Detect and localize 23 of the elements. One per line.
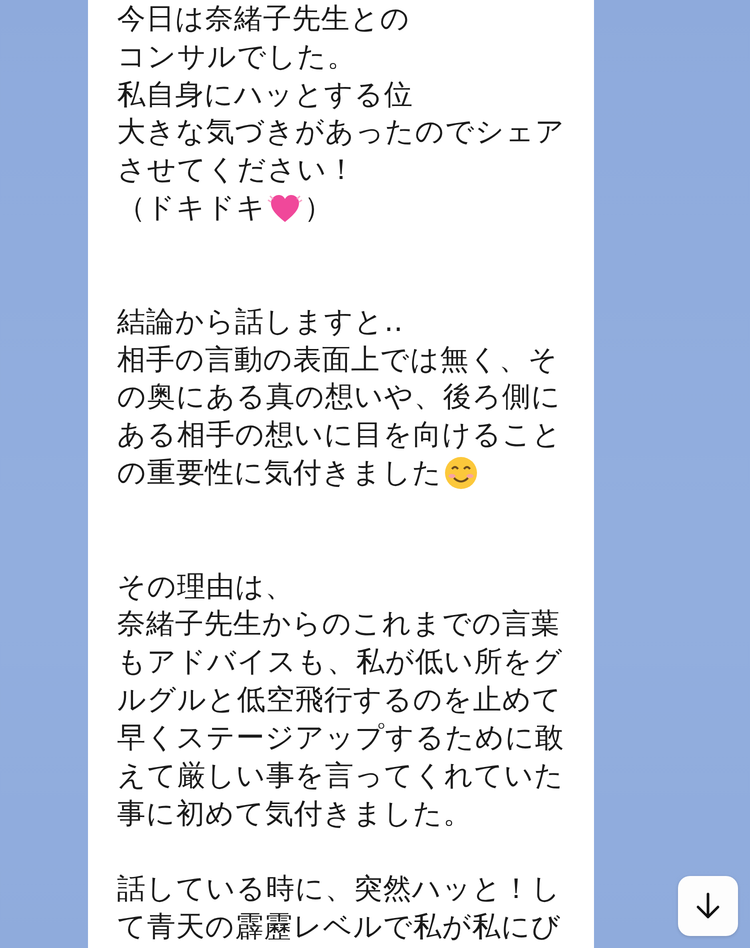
- message-text: えて厳しい事を言ってくれていた: [117, 758, 564, 794]
- message-text: 早くステージアップするために敢: [117, 720, 564, 756]
- message-text: 話している時に、突然ハッと！し: [117, 871, 561, 908]
- message-text: ルグルと低空飛行するのを止めて: [117, 682, 562, 718]
- message-text: （ドキドキ: [117, 190, 266, 226]
- message-text: その理由は、: [117, 568, 294, 605]
- message-text: もアドバイスも、私が低い所をグ: [117, 644, 563, 680]
- message-text: 相手の言動の表面上では無く、そ: [117, 342, 558, 378]
- message-text: ある相手の想いに目を向けること: [117, 417, 562, 454]
- message-text: 奈緒子先生からのこれまでの言葉: [117, 606, 560, 642]
- message-text: 結論から話しますと‥: [117, 304, 404, 340]
- message-text: コンサルでした。: [117, 38, 356, 75]
- message-text: 事に初めて気付きました。: [117, 796, 472, 832]
- message-text: て青天の霹靂レベルで私が私にび: [117, 909, 561, 946]
- message-text: の奥にある真の想いや、後ろ側に: [117, 379, 561, 416]
- message-text: 大きな気づきがあったのでシェア: [117, 114, 565, 150]
- message-text: の重要性に気付きました: [117, 455, 442, 492]
- message-text: させてください！: [117, 152, 356, 188]
- message-text: 今日は奈緒子先生との: [117, 0, 410, 37]
- scroll-down-button[interactable]: [678, 876, 738, 936]
- message-text: 私自身にハッとする位: [117, 76, 413, 113]
- smiley-icon: [443, 455, 479, 492]
- message-text: ）: [304, 190, 333, 226]
